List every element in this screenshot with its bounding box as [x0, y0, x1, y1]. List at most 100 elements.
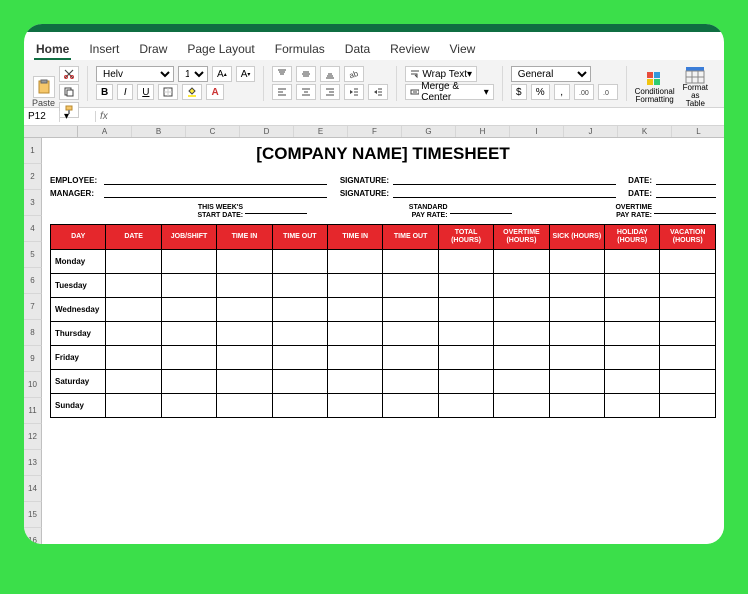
data-cell[interactable] — [272, 346, 327, 370]
tab-insert[interactable]: Insert — [87, 40, 121, 60]
row-header-5[interactable]: 5 — [24, 242, 42, 268]
decrease-decimal-button[interactable]: .0 — [598, 84, 618, 100]
signature-field-1[interactable] — [393, 174, 616, 185]
data-cell[interactable] — [494, 394, 549, 418]
day-cell[interactable]: Friday — [51, 346, 106, 370]
data-cell[interactable] — [328, 394, 383, 418]
row-header-15[interactable]: 15 — [24, 502, 42, 528]
name-box[interactable]: P12 — [24, 111, 60, 122]
data-cell[interactable] — [605, 274, 660, 298]
data-cell[interactable] — [605, 322, 660, 346]
data-cell[interactable] — [328, 370, 383, 394]
decrease-font-button[interactable]: A▾ — [236, 66, 256, 82]
increase-decimal-button[interactable]: .00 — [574, 84, 594, 100]
data-cell[interactable] — [549, 298, 604, 322]
row-header-11[interactable]: 11 — [24, 398, 42, 424]
data-cell[interactable] — [438, 322, 493, 346]
day-cell[interactable]: Thursday — [51, 322, 106, 346]
date-field-1[interactable] — [656, 174, 716, 185]
data-cell[interactable] — [272, 322, 327, 346]
name-box-dropdown[interactable]: ▾ — [60, 111, 96, 122]
tab-view[interactable]: View — [448, 40, 478, 60]
data-cell[interactable] — [161, 346, 216, 370]
tab-data[interactable]: Data — [343, 40, 372, 60]
row-headers[interactable]: 12345678910111213141516 — [24, 138, 42, 544]
col-header-D[interactable]: D — [240, 126, 294, 137]
day-cell[interactable]: Monday — [51, 250, 106, 274]
data-cell[interactable] — [383, 346, 438, 370]
decrease-indent-button[interactable] — [344, 84, 364, 100]
data-cell[interactable] — [549, 394, 604, 418]
employee-field[interactable] — [104, 174, 327, 185]
data-cell[interactable] — [106, 274, 161, 298]
col-header-I[interactable]: I — [510, 126, 564, 137]
data-cell[interactable] — [217, 346, 272, 370]
data-cell[interactable] — [494, 370, 549, 394]
italic-button[interactable]: I — [117, 84, 133, 100]
conditional-formatting-button[interactable]: Conditional Formatting — [635, 70, 675, 104]
data-cell[interactable] — [438, 274, 493, 298]
font-color-button[interactable]: A — [206, 84, 223, 100]
col-header-B[interactable]: B — [132, 126, 186, 137]
worksheet[interactable]: [COMPANY NAME] TIMESHEET EMPLOYEE: SIGNA… — [42, 138, 724, 544]
data-cell[interactable] — [438, 346, 493, 370]
data-cell[interactable] — [328, 346, 383, 370]
col-header-H[interactable]: H — [456, 126, 510, 137]
column-headers[interactable]: ABCDEFGHIJKLM — [24, 126, 724, 138]
row-header-10[interactable]: 10 — [24, 372, 42, 398]
data-cell[interactable] — [106, 370, 161, 394]
row-header-13[interactable]: 13 — [24, 450, 42, 476]
data-cell[interactable] — [328, 274, 383, 298]
data-cell[interactable] — [494, 298, 549, 322]
borders-button[interactable] — [158, 84, 178, 100]
day-cell[interactable]: Sunday — [51, 394, 106, 418]
data-cell[interactable] — [272, 250, 327, 274]
data-cell[interactable] — [549, 274, 604, 298]
data-cell[interactable] — [272, 274, 327, 298]
col-header-K[interactable]: K — [618, 126, 672, 137]
font-size-select[interactable]: 10 — [178, 66, 208, 82]
data-cell[interactable] — [328, 250, 383, 274]
data-cell[interactable] — [106, 322, 161, 346]
copy-button[interactable] — [59, 84, 79, 100]
day-cell[interactable]: Wednesday — [51, 298, 106, 322]
data-cell[interactable] — [383, 322, 438, 346]
data-cell[interactable] — [383, 250, 438, 274]
orientation-button[interactable]: ab — [344, 66, 364, 82]
tab-review[interactable]: Review — [388, 40, 431, 60]
data-cell[interactable] — [217, 274, 272, 298]
data-cell[interactable] — [161, 394, 216, 418]
percent-button[interactable]: % — [531, 84, 550, 100]
data-cell[interactable] — [161, 274, 216, 298]
align-top-button[interactable] — [272, 66, 292, 82]
data-cell[interactable] — [161, 322, 216, 346]
data-cell[interactable] — [272, 370, 327, 394]
select-all-corner[interactable] — [24, 126, 78, 137]
col-header-J[interactable]: J — [564, 126, 618, 137]
date-field-2[interactable] — [656, 187, 716, 198]
align-center-button[interactable] — [296, 84, 316, 100]
col-header-C[interactable]: C — [186, 126, 240, 137]
underline-button[interactable]: U — [137, 84, 154, 100]
manager-field[interactable] — [104, 187, 327, 198]
data-cell[interactable] — [161, 370, 216, 394]
data-cell[interactable] — [660, 250, 716, 274]
increase-indent-button[interactable] — [368, 84, 388, 100]
data-cell[interactable] — [106, 298, 161, 322]
data-cell[interactable] — [660, 370, 716, 394]
data-cell[interactable] — [438, 298, 493, 322]
merge-center-button[interactable]: Merge & Center ▾ — [405, 84, 493, 100]
row-header-9[interactable]: 9 — [24, 346, 42, 372]
col-header-E[interactable]: E — [294, 126, 348, 137]
data-cell[interactable] — [605, 370, 660, 394]
data-cell[interactable] — [660, 394, 716, 418]
data-cell[interactable] — [217, 370, 272, 394]
data-cell[interactable] — [660, 346, 716, 370]
row-header-8[interactable]: 8 — [24, 320, 42, 346]
col-header-F[interactable]: F — [348, 126, 402, 137]
pay-rate-field[interactable] — [450, 204, 512, 214]
data-cell[interactable] — [328, 322, 383, 346]
row-header-4[interactable]: 4 — [24, 216, 42, 242]
data-cell[interactable] — [660, 322, 716, 346]
data-cell[interactable] — [605, 250, 660, 274]
